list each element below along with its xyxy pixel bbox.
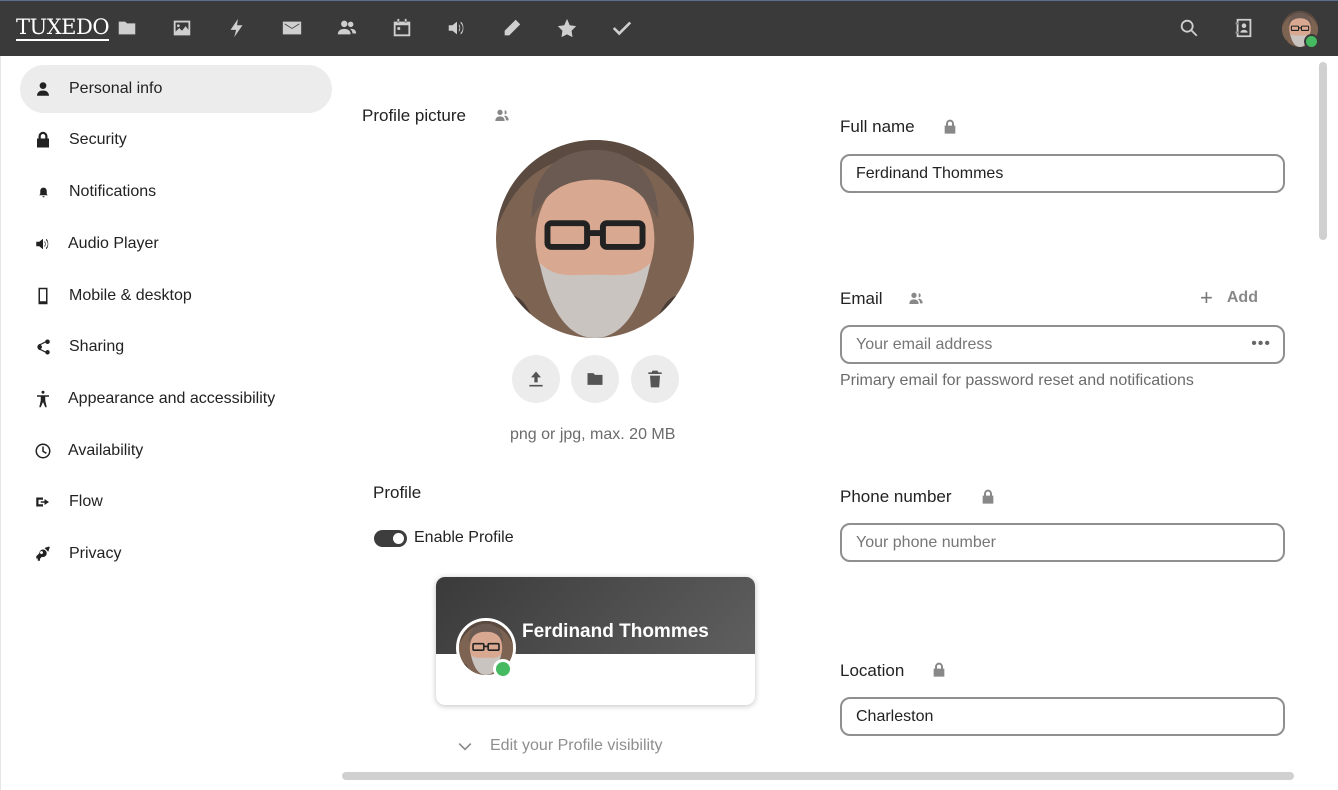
enable-profile-label[interactable]: Enable Profile [414,529,514,547]
edit-profile-visibility-link[interactable]: Edit your Profile visibility [456,737,663,755]
sidebar-item-label: Availability [68,442,144,459]
sidebar-item-label: Notifications [69,183,157,200]
profile-card-status [493,659,513,679]
sidebar-item-label: Audio Player [68,235,159,252]
photos-icon[interactable] [170,16,194,40]
sidebar-item-label: Privacy [69,545,122,562]
activity-icon[interactable] [225,16,249,40]
tuxedo-logo[interactable]: TUXEDO [16,15,110,41]
sidebar-item-label: Sharing [69,338,125,355]
plus-icon: + [1200,285,1213,310]
sidebar-item-label: Personal info [69,80,163,97]
phone-label: Phone number [840,487,952,506]
phone-field[interactable] [840,523,1285,562]
sidebar-item-personal-info[interactable]: Personal info [20,65,332,113]
vertical-scrollbar[interactable] [1319,62,1327,240]
sidebar-item-notifications[interactable]: Notifications [20,168,332,216]
key-icon [34,545,52,563]
more-options-icon[interactable]: ••• [1251,335,1271,353]
lock-icon[interactable] [942,119,958,135]
email-helper-text: Primary email for password reset and not… [840,372,1194,389]
sidebar-item-availability[interactable]: Availability [20,427,332,475]
location-input[interactable] [856,699,1246,734]
sidebar-item-audio-player[interactable]: Audio Player [20,220,332,268]
audio-icon[interactable] [445,16,469,40]
phone-icon [34,287,52,305]
sidebar-item-security[interactable]: Security [20,116,332,164]
full-name-input[interactable] [856,156,1246,191]
search-icon[interactable] [1177,16,1201,40]
full-name-field[interactable] [840,154,1285,193]
user-icon [34,80,52,98]
horizontal-scrollbar[interactable] [342,772,1294,780]
chevron-down-icon [456,737,474,755]
sidebar-item-appearance[interactable]: Appearance and accessibility [20,375,332,423]
trash-icon [645,369,665,389]
profile-picture [496,140,694,338]
choose-from-files-button[interactable] [571,355,619,403]
folder-icon [585,369,605,389]
tasks-icon[interactable] [610,16,634,40]
favorites-icon[interactable] [555,16,579,40]
enable-profile-toggle[interactable] [374,530,407,547]
files-icon[interactable] [115,16,139,40]
lock-icon[interactable] [980,489,996,505]
location-label: Location [840,661,905,680]
lock-icon[interactable] [931,662,947,678]
scope-contacts-icon[interactable] [908,290,924,306]
calendar-icon[interactable] [390,16,414,40]
sidebar-item-label: Security [69,131,127,148]
sidebar-item-label: Flow [69,493,103,510]
personal-info-content: Profile picture png or jpg, max. 20 MB P… [340,56,1338,790]
profile-card-name: Ferdinand Thommes [522,621,709,642]
picture-format-hint: png or jpg, max. 20 MB [510,426,676,443]
phone-input[interactable] [856,525,1246,560]
email-input[interactable] [856,327,1246,362]
full-name-label: Full name [840,117,915,136]
upload-picture-button[interactable] [512,355,560,403]
profile-picture-title: Profile picture [362,106,466,125]
bell-icon [34,183,52,201]
online-status-indicator [1304,34,1319,49]
clock-icon [34,442,52,460]
sidebar-item-label: Mobile & desktop [69,287,192,304]
share-icon [34,338,52,356]
add-email-label: Add [1226,289,1258,306]
sidebar-item-flow[interactable]: Flow [20,478,332,526]
lock-icon [34,131,52,149]
flow-icon [34,493,52,511]
scope-contacts-icon[interactable] [494,107,510,123]
email-label: Email [840,289,883,308]
settings-sidebar: Personal info Security Notifications Aud… [0,56,340,790]
upload-icon [526,369,546,389]
contacts-icon[interactable] [335,16,359,40]
sidebar-item-label: Appearance and accessibility [68,390,276,407]
edit-profile-visibility-label: Edit your Profile visibility [490,737,663,754]
sidebar-item-mobile-desktop[interactable]: Mobile & desktop [20,272,332,320]
add-email-button[interactable]: + Add [1200,285,1258,311]
sidebar-item-sharing[interactable]: Sharing [20,323,332,371]
remove-picture-button[interactable] [631,355,679,403]
top-header: TUXEDO [0,0,1338,56]
speaker-icon [34,235,52,253]
email-field[interactable]: ••• [840,325,1285,364]
location-field[interactable] [840,697,1285,736]
mail-icon[interactable] [280,16,304,40]
notes-icon[interactable] [500,16,524,40]
sidebar-item-privacy[interactable]: Privacy [20,530,332,578]
contacts-menu-icon[interactable] [1232,16,1256,40]
profile-title: Profile [373,483,422,502]
accessibility-icon [34,390,52,408]
